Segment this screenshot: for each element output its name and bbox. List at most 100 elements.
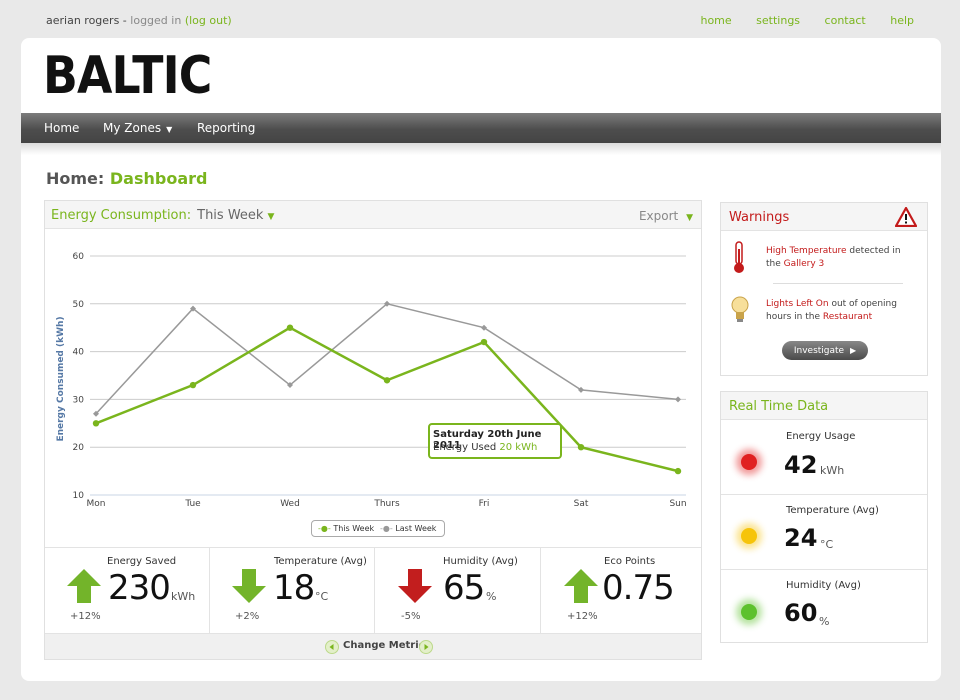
arrow-down-icon [232, 569, 266, 603]
x-tick-label: Sat [574, 499, 589, 509]
rt-temperature: Temperature (Avg) 24 °C [721, 495, 927, 570]
warning-highlight: High Temperature [766, 246, 847, 256]
page-container: BALTIC Home My Zones ▼ Reporting Home: Da… [21, 38, 941, 681]
thermometer-icon [734, 241, 744, 273]
rt-unit: °C [820, 538, 834, 551]
metric-value: 65 [443, 568, 485, 608]
nav-item-my-zones-label: My Zones [103, 121, 162, 135]
chevron-down-icon: ▼ [166, 125, 173, 134]
metric-delta: +12% [70, 611, 101, 622]
export-dropdown[interactable]: Export ▼ [639, 209, 693, 223]
metric-unit: % [486, 590, 497, 603]
chart-tooltip: Saturday 20th June 2011 Energy Used 20 k… [428, 423, 562, 459]
top-link-contact[interactable]: contact [825, 14, 866, 27]
top-bar: aerian rogers - logged in (log out) home… [0, 0, 960, 38]
legend-marker-icon: -●- [380, 524, 393, 533]
investigate-button[interactable]: Investigate ▶ [782, 341, 868, 360]
change-metric-bar: Change Metric [45, 633, 701, 659]
series-line [95, 302, 679, 415]
nav-item-home[interactable]: Home [44, 121, 79, 135]
legend-item-last-week[interactable]: -●- Last Week [380, 524, 436, 533]
nav-item-home-label: Home [44, 121, 80, 135]
legend-item-this-week[interactable]: -●- This Week [318, 524, 374, 533]
warning-triangle-icon [895, 207, 917, 227]
top-links: home settings contact help [679, 14, 914, 27]
y-tick-label: 30 [73, 395, 85, 405]
top-link-home[interactable]: home [700, 14, 731, 27]
warning-location: Restaurant [822, 311, 873, 322]
nav-shadow [21, 143, 941, 155]
rt-unit: kWh [820, 464, 845, 477]
x-tick-label: Thurs [373, 499, 400, 509]
change-metric-label: Change Metric [343, 640, 425, 651]
metric-label: Humidity (Avg) [443, 556, 518, 567]
warning-item-temperature[interactable]: High Temperature detected in the Gallery… [766, 245, 916, 270]
metric-value: 230 [108, 568, 171, 608]
period-selector[interactable]: This Week ▼ [197, 208, 274, 223]
rt-humidity: Humidity (Avg) 60 % [721, 570, 927, 644]
play-arrow-icon: ▶ [849, 346, 857, 355]
metric-unit: °C [315, 590, 329, 603]
data-point[interactable] [383, 377, 391, 384]
metric-label: Eco Points [604, 556, 656, 567]
y-tick-label: 40 [73, 348, 85, 358]
data-point[interactable] [675, 396, 681, 403]
chart-grid [90, 255, 686, 496]
metric-eco-points: Eco Points 0.75 +12% [542, 548, 706, 634]
arrow-up-icon [67, 569, 101, 603]
data-point[interactable] [286, 324, 294, 331]
x-axis-ticks: Mon Tue Wed Thurs Fri Sat Sun [87, 499, 687, 509]
y-tick-label: 20 [73, 443, 85, 453]
arrow-down-icon [398, 569, 432, 603]
lightbulb-icon [731, 296, 749, 322]
data-point[interactable] [92, 420, 100, 427]
top-link-settings[interactable]: settings [756, 14, 800, 27]
energy-consumption-panel: Energy Consumption: This Week ▼ Export ▼ 1… [44, 200, 702, 660]
x-tick-label: Mon [87, 499, 106, 509]
metric-delta: -5% [401, 611, 421, 622]
y-axis-label: Energy Consumed (kWh) [56, 316, 66, 441]
data-point[interactable] [674, 467, 682, 475]
real-time-data-panel: Real Time Data Energy Usage 42 kWh Tempe… [720, 391, 928, 643]
nav-item-reporting[interactable]: Reporting [197, 121, 255, 135]
chevron-down-icon: ▼ [686, 213, 693, 223]
energy-panel-header: Energy Consumption: This Week ▼ Export ▼ [45, 201, 701, 229]
prev-metric-button[interactable] [325, 640, 339, 654]
metric-energy-saved: Energy Saved 230 kWh +12% [45, 548, 210, 634]
top-link-help[interactable]: help [890, 14, 914, 27]
data-point[interactable] [189, 381, 197, 389]
data-point[interactable] [577, 444, 585, 451]
energy-line-chart: 10 20 30 40 50 60 Mon Tue Wed Thurs Fri Sat Sun Ene… [56, 252, 687, 509]
y-axis-ticks: 10 20 30 40 50 60 [73, 252, 85, 501]
rt-label: Temperature (Avg) [786, 505, 879, 516]
x-tick-label: Sun [669, 499, 686, 509]
chevron-down-icon: ▼ [267, 212, 275, 222]
metric-label: Energy Saved [107, 556, 177, 567]
baltic-logo[interactable]: BALTIC [43, 50, 212, 102]
chevron-left-icon [329, 644, 334, 650]
user-separator: - [119, 14, 131, 27]
legend-label-this-week: This Week [333, 524, 375, 533]
metric-label: Temperature (Avg) [274, 556, 367, 567]
warning-location: Gallery 3 [783, 258, 825, 269]
period-label: This Week [197, 208, 264, 223]
metric-temperature: Temperature (Avg) 18 °C +2% [210, 548, 375, 634]
y-tick-label: 10 [73, 491, 85, 501]
legend-label-last-week: Last Week [395, 524, 437, 533]
warning-item-lights[interactable]: Lights Left On out of opening hours in t… [766, 298, 916, 323]
next-metric-button[interactable] [419, 640, 433, 654]
data-point[interactable] [480, 338, 488, 346]
metric-delta: +12% [567, 611, 598, 622]
nav-item-my-zones[interactable]: My Zones ▼ [103, 121, 172, 135]
logout-link[interactable]: (log out) [185, 14, 232, 27]
warning-highlight: Lights Left On [766, 299, 829, 309]
metric-value: 0.75 [602, 568, 675, 608]
y-tick-label: 50 [73, 300, 85, 310]
rt-value: 42 [784, 451, 818, 479]
y-tick-label: 60 [73, 252, 85, 262]
tooltip-value: 20 kWh [499, 442, 538, 453]
energy-panel-title: Energy Consumption: This Week ▼ [51, 208, 274, 223]
login-status: logged in [130, 14, 182, 27]
x-tick-label: Fri [479, 499, 490, 509]
user-status: aerian rogers - logged in (log out) [46, 14, 232, 27]
